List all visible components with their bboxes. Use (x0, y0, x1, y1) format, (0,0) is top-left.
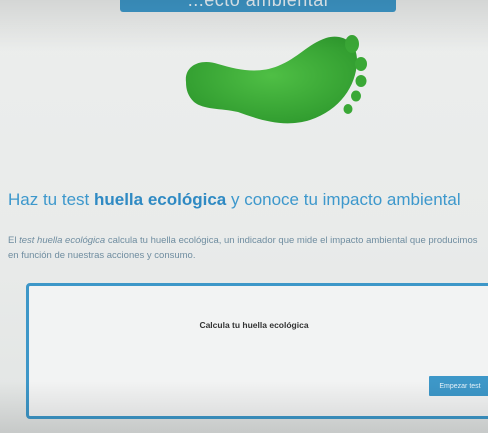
calculator-card: Calcula tu huella ecológica Empezar test (26, 283, 488, 419)
page: ...ecto ambiental Haz tu test huella eco… (0, 0, 488, 433)
page-headline: Haz tu test huella ecológica y conoce tu… (8, 190, 488, 210)
headline-bold: huella ecológica (93, 190, 227, 209)
top-title-banner: ...ecto ambiental (120, 0, 396, 12)
top-title-text: ...ecto ambiental (187, 0, 329, 10)
card-title: Calcula tu huella ecológica (199, 320, 309, 330)
start-test-button[interactable]: Empezar test (429, 376, 488, 396)
desc-italic: test huella ecológica (19, 235, 106, 246)
page-description: El test huella ecológica calcula tu huel… (8, 233, 488, 263)
footprint-icon (185, 35, 367, 124)
headline-pre: Haz tu test (8, 190, 94, 209)
desc-pre: El (8, 235, 20, 246)
headline-post: y conoce tu impacto ambiental (226, 190, 461, 209)
